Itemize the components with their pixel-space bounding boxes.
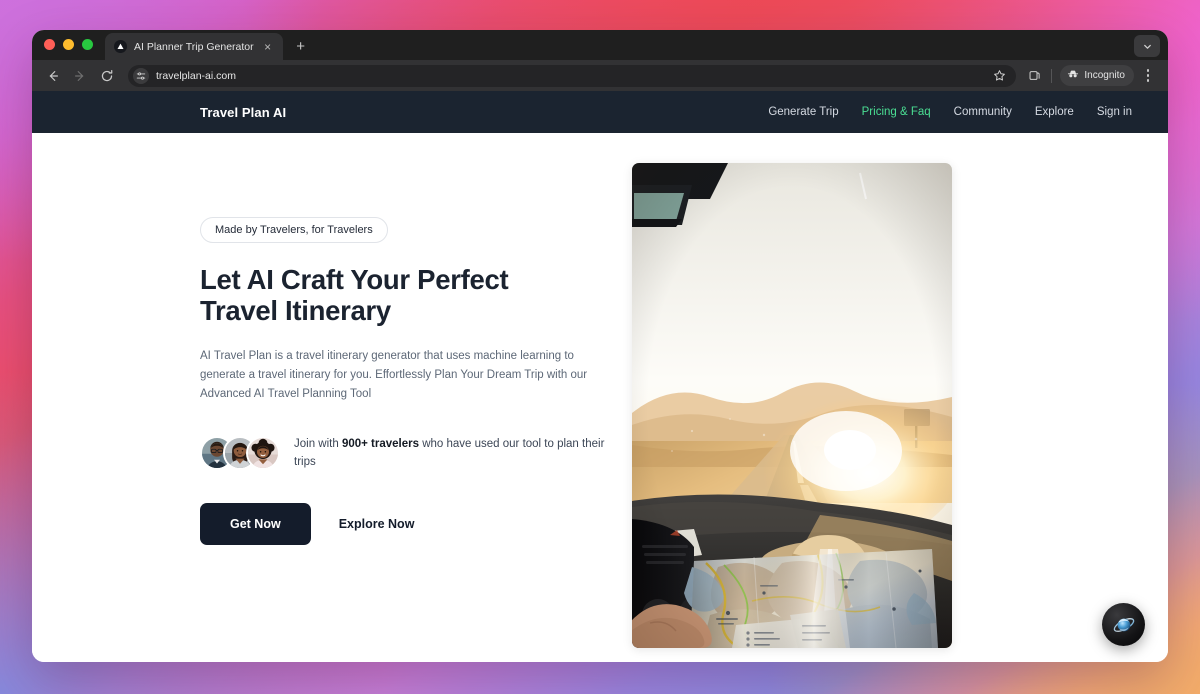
site-nav-links: Generate Trip Pricing & Faq Community Ex… [768, 106, 1132, 118]
forward-button[interactable] [68, 64, 92, 88]
chevron-down-icon[interactable] [1134, 35, 1160, 57]
toolbar-divider [1051, 68, 1053, 83]
incognito-indicator[interactable]: Incognito [1060, 65, 1134, 86]
kebab-menu-icon[interactable] [1137, 65, 1159, 87]
address-bar[interactable]: travelplan-ai.com [128, 64, 1017, 87]
browser-tab-strip: AI Planner Trip Generator × + [32, 30, 1168, 60]
hero-subtitle: AI Travel Plan is a travel itinerary gen… [200, 349, 588, 401]
hero-image [632, 163, 952, 648]
maximize-window-button[interactable] [82, 38, 93, 50]
social-proof-prefix: Join with [294, 437, 342, 450]
close-window-button[interactable] [44, 38, 55, 50]
globe-planet-icon[interactable] [1102, 603, 1145, 646]
avatar-group [200, 435, 280, 470]
hero-cta-row: Get Now Explore Now [200, 503, 632, 546]
split-view-icon[interactable] [1026, 67, 1043, 84]
site-navbar: Travel Plan AI Generate Trip Pricing & F… [32, 91, 1168, 133]
reload-button[interactable] [95, 64, 119, 88]
nav-link-community[interactable]: Community [954, 106, 1012, 118]
window-traffic-lights [44, 30, 105, 60]
hero-title: Let AI Craft Your Perfect Travel Itinera… [200, 264, 509, 326]
nav-link-generate-trip[interactable]: Generate Trip [768, 106, 838, 118]
get-now-button[interactable]: Get Now [200, 503, 311, 546]
browser-toolbar: travelplan-ai.com Incognito [32, 60, 1168, 91]
mountain-triangle-icon [114, 40, 127, 53]
browser-window: AI Planner Trip Generator × + travelplan… [32, 30, 1168, 662]
nav-link-explore[interactable]: Explore [1035, 106, 1074, 118]
star-icon[interactable] [991, 67, 1008, 84]
webpage-viewport: Travel Plan AI Generate Trip Pricing & F… [32, 91, 1168, 662]
back-button[interactable] [41, 64, 65, 88]
hero-badge: Made by Travelers, for Travelers [200, 217, 388, 243]
incognito-label: Incognito [1084, 70, 1125, 81]
hero-media-column [632, 133, 1168, 662]
incognito-hat-icon [1067, 68, 1079, 83]
browser-tab-title: AI Planner Trip Generator [134, 40, 254, 53]
social-proof-row: Join with 900+ travelers who have used o… [200, 435, 632, 472]
social-proof-text: Join with 900+ travelers who have used o… [294, 435, 606, 472]
nav-link-sign-in[interactable]: Sign in [1097, 106, 1132, 118]
social-proof-highlight: 900+ travelers [341, 437, 419, 450]
sliders-icon[interactable] [133, 67, 149, 84]
minimize-window-button[interactable] [63, 38, 74, 50]
nav-link-pricing-faq[interactable]: Pricing & Faq [862, 106, 931, 118]
hero-copy-column: Made by Travelers, for Travelers Let AI … [32, 133, 632, 662]
close-tab-icon[interactable]: × [261, 40, 275, 54]
browser-tab-active[interactable]: AI Planner Trip Generator × [105, 33, 283, 60]
explore-now-button[interactable]: Explore Now [335, 507, 419, 541]
hero-section: Made by Travelers, for Travelers Let AI … [32, 133, 1168, 662]
address-bar-url: travelplan-ai.com [156, 69, 236, 82]
new-tab-icon[interactable]: + [289, 33, 313, 60]
site-brand-logo[interactable]: Travel Plan AI [200, 105, 286, 120]
avatar [246, 435, 280, 470]
